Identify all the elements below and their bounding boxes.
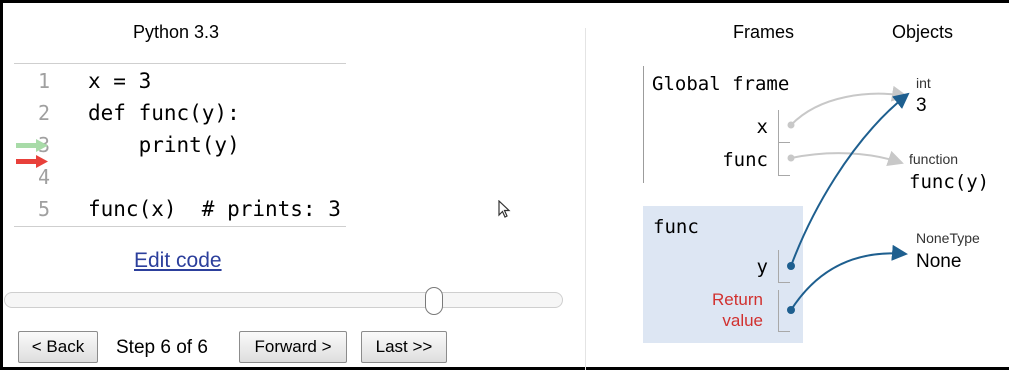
arrow-return-to-none [790, 244, 908, 311]
reference-arrows [787, 85, 910, 314]
arrow-x-to-int [790, 85, 908, 126]
arrow-y-to-int [790, 92, 910, 267]
